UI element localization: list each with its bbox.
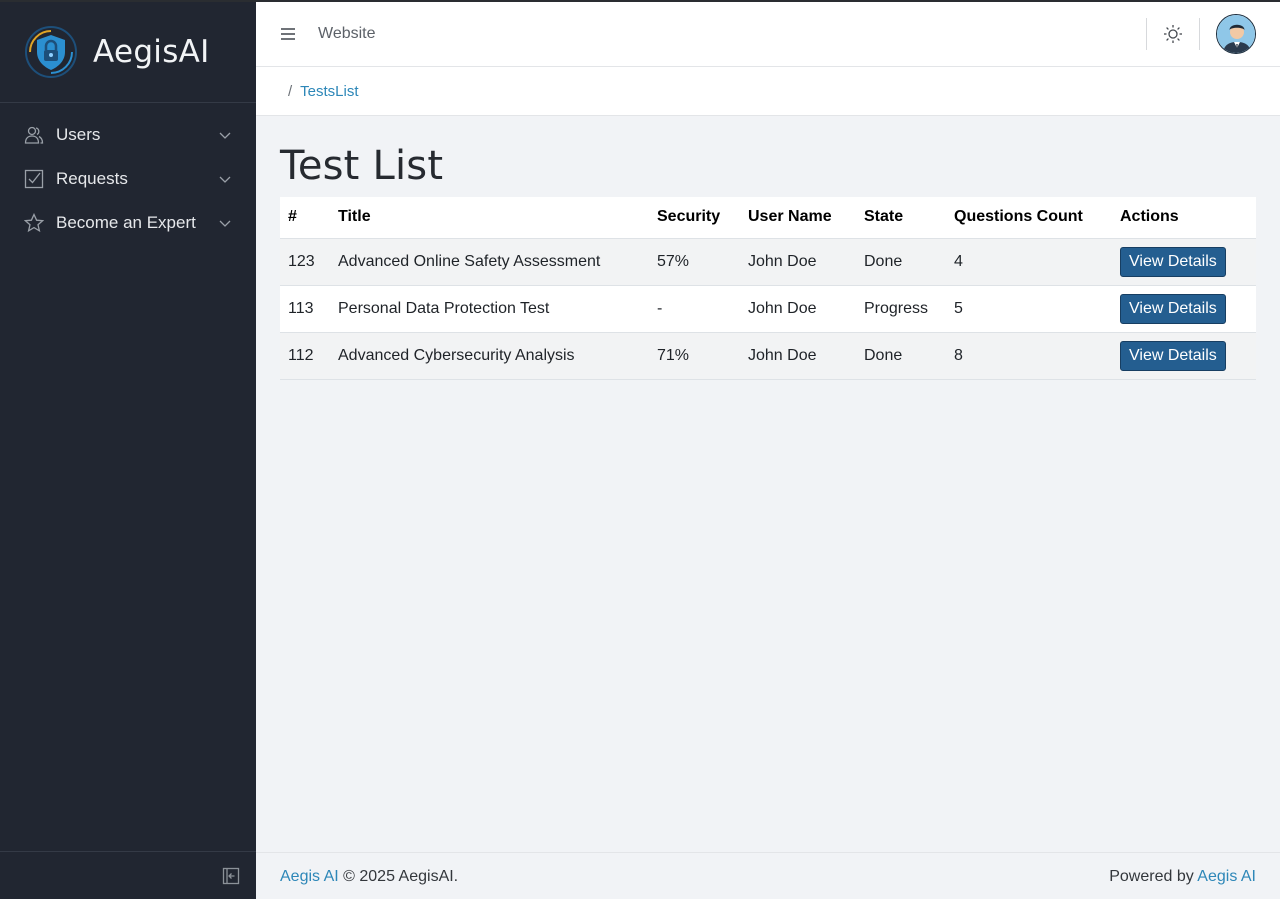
cell-title: Personal Data Protection Test xyxy=(338,299,550,317)
hamburger-menu-icon[interactable] xyxy=(280,26,296,42)
column-header-actions: Actions xyxy=(1112,197,1256,239)
cell-state: Done xyxy=(864,252,903,270)
page-title: Test List xyxy=(280,143,444,189)
user-avatar-icon[interactable] xyxy=(1216,14,1256,54)
cell-actions: View Details xyxy=(1112,285,1256,332)
column-header-user-name: User Name xyxy=(740,197,856,239)
column-header-questions-count: Questions Count xyxy=(946,197,1112,239)
cell-security: 71% xyxy=(657,346,690,364)
sidebar-footer xyxy=(0,851,256,899)
cell-security: 57% xyxy=(657,252,690,270)
sidebar-item-requests[interactable]: Requests xyxy=(0,157,256,201)
cell-user-name: John Doe xyxy=(748,252,817,270)
table-header-row: # Title Security User Name State Questio… xyxy=(280,197,1256,239)
footer-brand-link[interactable]: Aegis AI xyxy=(280,868,339,886)
sidebar: AegisAI Users Requests Become an Expert xyxy=(0,2,256,899)
users-icon xyxy=(24,125,44,145)
chevron-down-icon xyxy=(218,128,232,142)
column-header-security: Security xyxy=(649,197,740,239)
breadcrumb: / TestsList xyxy=(256,67,1280,116)
breadcrumb-separator: / xyxy=(288,82,293,100)
top-header: Website xyxy=(256,2,1280,67)
cell-state: Progress xyxy=(864,299,929,317)
sidebar-item-become-expert[interactable]: Become an Expert xyxy=(0,201,256,245)
page-footer: Aegis AI © 2025 AegisAI. Powered by Aegi… xyxy=(256,852,1280,899)
cell-id: 113 xyxy=(288,299,314,317)
website-link[interactable]: Website xyxy=(318,25,376,43)
cell-title: Advanced Online Safety Assessment xyxy=(338,252,601,270)
column-header-state: State xyxy=(856,197,946,239)
column-header-title: Title xyxy=(330,197,649,239)
chevron-down-icon xyxy=(218,216,232,230)
sun-icon[interactable] xyxy=(1147,24,1199,44)
cell-title: Advanced Cybersecurity Analysis xyxy=(338,346,575,364)
sidebar-item-users[interactable]: Users xyxy=(0,113,256,157)
breadcrumb-current[interactable]: TestsList xyxy=(300,83,358,100)
sidebar-item-label: Requests xyxy=(56,169,128,188)
sidebar-collapse-icon[interactable] xyxy=(222,867,240,885)
view-details-button[interactable]: View Details xyxy=(1120,246,1226,277)
sidebar-item-label: Become an Expert xyxy=(56,213,196,232)
chevron-down-icon xyxy=(218,172,232,186)
footer-copyright: © 2025 AegisAI. xyxy=(338,868,459,885)
table-row: 112 Advanced Cybersecurity Analysis 71% … xyxy=(280,332,1256,379)
view-details-button[interactable]: View Details xyxy=(1120,293,1226,324)
cell-user-name: John Doe xyxy=(748,299,817,317)
column-header-id: # xyxy=(280,197,330,239)
header-actions xyxy=(1146,2,1280,66)
footer-powered-by: Powered by Aegis AI xyxy=(1109,868,1256,886)
footer-powered-link[interactable]: Aegis AI xyxy=(1197,868,1256,885)
tests-table: # Title Security User Name State Questio… xyxy=(280,197,1256,380)
cell-id: 112 xyxy=(288,346,314,364)
cell-state: Done xyxy=(864,346,903,364)
checkbox-icon xyxy=(24,169,44,189)
table-row: 123 Advanced Online Safety Assessment 57… xyxy=(280,238,1256,285)
cell-questions-count: 4 xyxy=(954,252,963,270)
main-content: Test List # Title Security User Name Sta… xyxy=(280,116,1256,380)
cell-id: 123 xyxy=(288,252,315,270)
cell-user-name: John Doe xyxy=(748,346,817,364)
cell-questions-count: 5 xyxy=(954,299,963,317)
cell-actions: View Details xyxy=(1112,238,1256,285)
shield-lock-icon xyxy=(24,25,78,79)
brand[interactable]: AegisAI xyxy=(0,2,256,103)
cell-security: - xyxy=(657,299,663,317)
cell-actions: View Details xyxy=(1112,332,1256,379)
sidebar-item-label: Users xyxy=(56,125,101,144)
footer-powered-label: Powered by xyxy=(1109,868,1198,885)
divider xyxy=(1199,18,1200,50)
brand-name: AegisAI xyxy=(93,34,210,70)
cell-questions-count: 8 xyxy=(954,346,963,364)
table-row: 113 Personal Data Protection Test - John… xyxy=(280,285,1256,332)
sidebar-nav: Users Requests Become an Expert xyxy=(0,103,256,245)
view-details-button[interactable]: View Details xyxy=(1120,340,1226,371)
star-icon xyxy=(24,213,44,233)
